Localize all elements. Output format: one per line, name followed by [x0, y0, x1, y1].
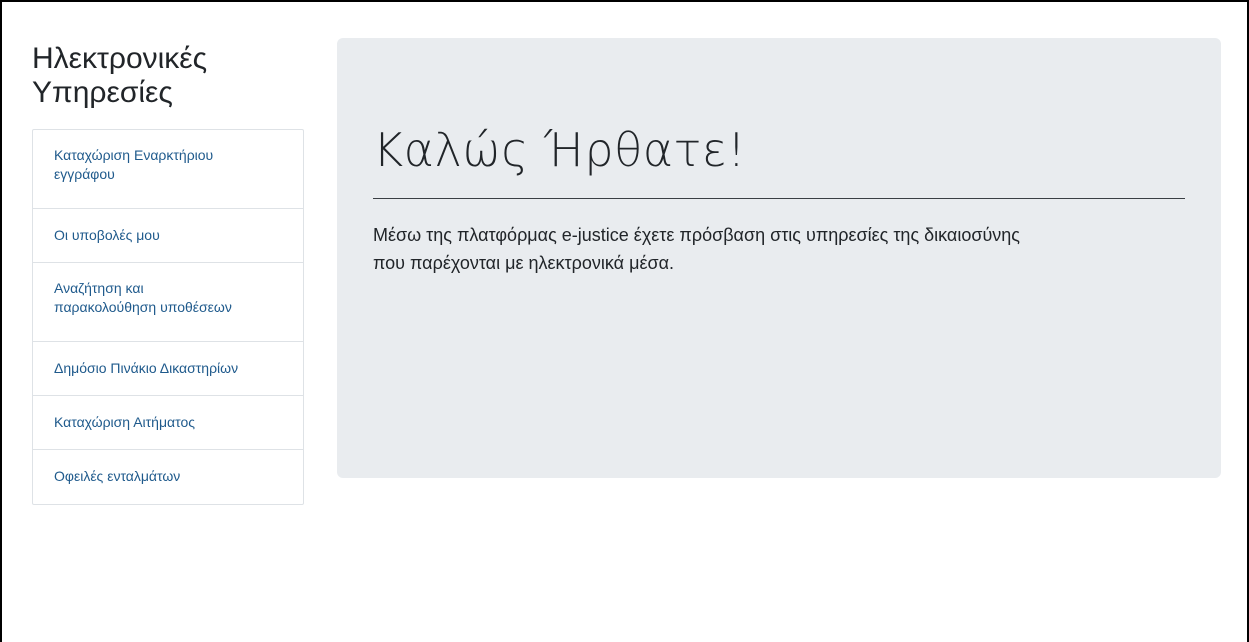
nav-item-label: Οι υποβολές μου [54, 227, 160, 243]
nav-item-label: Δημόσιο Πινάκιο Δικαστηρίων [54, 360, 239, 376]
nav-item-label: Αναζήτηση και [54, 280, 144, 296]
sidebar-title: Ηλεκτρονικές Υπηρεσίες [32, 42, 304, 110]
nav-item-warrant-debts[interactable]: Οφειλές ενταλμάτων [33, 450, 303, 504]
sidebar-title-line2: Υπηρεσίες [32, 76, 173, 109]
nav-item-label: Οφειλές ενταλμάτων [54, 468, 181, 484]
nav-item-case-search[interactable]: Αναζήτηση και παρακολούθηση υποθέσεων [33, 263, 303, 342]
nav-item-court-docket[interactable]: Δημόσιο Πινάκιο Δικαστηρίων [33, 342, 303, 396]
nav-item-label: εγγράφου [54, 166, 115, 182]
services-nav-list: Καταχώριση Εναρκτήριου εγγράφου Οι υποβο… [32, 129, 304, 505]
nav-item-label: Καταχώριση Εναρκτήριου [54, 147, 214, 163]
nav-item-initial-document[interactable]: Καταχώριση Εναρκτήριου εγγράφου [33, 130, 303, 209]
sidebar-title-line1: Ηλεκτρονικές [32, 42, 208, 75]
lead-line2: που παρέχονται με ηλεκτρονικά μέσα. [373, 253, 674, 273]
lead-line1: Μέσω της πλατφόρμας e-justice έχετε πρόσ… [373, 225, 1020, 245]
nav-item-my-submissions[interactable]: Οι υποβολές μου [33, 209, 303, 263]
nav-item-label: παρακολούθηση υποθέσεων [54, 299, 232, 315]
divider [373, 198, 1185, 199]
page-frame: Ηλεκτρονικές Υπηρεσίες Καταχώριση Εναρκτ… [0, 0, 1249, 642]
welcome-title: Καλώς Ήρθατε! [373, 123, 747, 177]
nav-item-label: Καταχώριση Αιτήματος [54, 414, 195, 430]
sidebar: Ηλεκτρονικές Υπηρεσίες Καταχώριση Εναρκτ… [32, 42, 304, 505]
nav-item-request-registration[interactable]: Καταχώριση Αιτήματος [33, 396, 303, 450]
welcome-lead-text: Μέσω της πλατφόρμας e-justice έχετε πρόσ… [373, 221, 1173, 277]
welcome-panel: Καλώς Ήρθατε! Μέσω της πλατφόρμας e-just… [337, 38, 1221, 478]
